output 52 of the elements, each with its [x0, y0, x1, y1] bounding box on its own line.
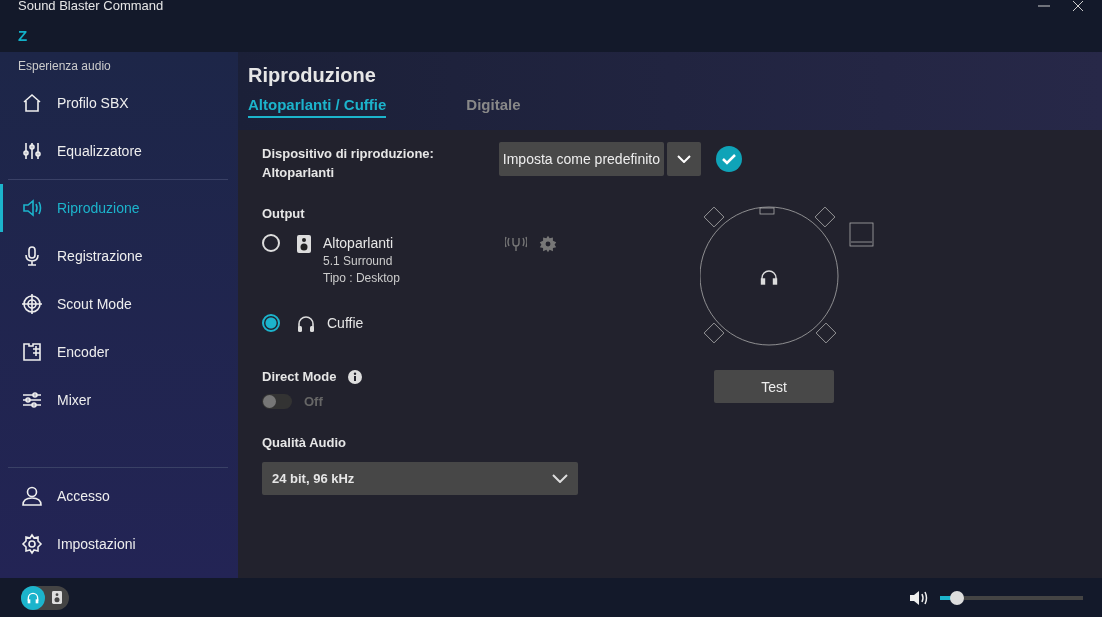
- sidebar-item[interactable]: Profilo SBX: [0, 79, 238, 127]
- chevron-down-icon: [552, 474, 568, 483]
- sidebar-item[interactable]: Accesso: [0, 472, 238, 520]
- tab[interactable]: Digitale: [466, 96, 521, 118]
- device-label: Dispositivo di riproduzione:: [262, 146, 434, 161]
- speaker-icon: [52, 591, 62, 604]
- test-button[interactable]: Test: [714, 370, 834, 403]
- toggle-state: Off: [304, 394, 323, 409]
- output-detail: Tipo : Desktop: [323, 271, 401, 285]
- dropdown-button[interactable]: [667, 142, 701, 176]
- set-default-button[interactable]: Imposta come predefinito: [498, 142, 664, 176]
- page-title: Riproduzione: [248, 64, 377, 87]
- volume-icon[interactable]: [910, 590, 930, 605]
- home-icon: [21, 92, 43, 114]
- speaker-icon: [21, 197, 43, 219]
- toggle-switch[interactable]: [262, 394, 292, 409]
- info-icon[interactable]: [348, 369, 363, 384]
- chevron-down-icon: [677, 155, 691, 163]
- close-icon[interactable]: [1072, 0, 1084, 12]
- section-label: Esperienza audio: [17, 59, 112, 73]
- sidebar-item[interactable]: Equalizzatore: [0, 127, 238, 175]
- output-detail: 5.1 Surround: [323, 254, 394, 268]
- sidebar-item[interactable]: Scout Mode: [0, 280, 238, 328]
- device-name: Altoparlanti: [262, 165, 336, 180]
- output-name: Cuffie: [327, 315, 365, 331]
- target-icon: [21, 293, 43, 315]
- settings-icon[interactable]: [539, 235, 557, 253]
- speaker-icon: [297, 235, 311, 253]
- sidebar-item[interactable]: Encoder: [0, 328, 238, 376]
- headphones-icon: [27, 591, 39, 604]
- window-title: Sound Blaster Command: [18, 0, 164, 12]
- sliders-icon: [21, 389, 43, 411]
- sidebar-item[interactable]: Mixer: [0, 376, 238, 424]
- sidebar-item[interactable]: Impostazioni: [0, 520, 238, 568]
- quality-label: Qualità Audio: [262, 435, 348, 450]
- check-icon: [716, 146, 742, 172]
- output-label: Output: [262, 206, 306, 221]
- output-name: Altoparlanti: [323, 235, 395, 251]
- signal-icon[interactable]: [505, 235, 527, 251]
- output-switch[interactable]: [21, 585, 69, 610]
- tab[interactable]: Altoparlanti / Cuffie: [248, 96, 387, 118]
- user-icon: [21, 485, 43, 507]
- sidebar-item[interactable]: Registrazione: [0, 232, 238, 280]
- headphones-icon: [297, 315, 315, 333]
- direct-mode-label: Direct Mode: [262, 369, 337, 384]
- app-logo: Z: [18, 27, 29, 44]
- settings-icon: [21, 533, 43, 555]
- quality-dropdown[interactable]: 24 bit, 96 kHz: [262, 462, 578, 495]
- eq-icon: [21, 140, 43, 162]
- grid-icon: [21, 341, 43, 363]
- radio-button[interactable]: [262, 314, 280, 332]
- slider-thumb[interactable]: [950, 590, 965, 605]
